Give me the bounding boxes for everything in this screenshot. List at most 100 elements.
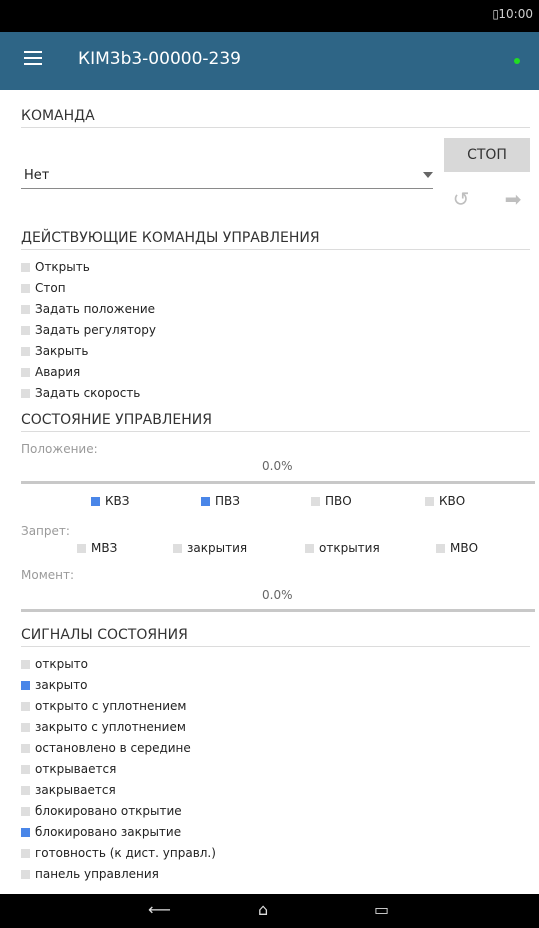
- list-item: закрыто: [21, 678, 87, 692]
- list-item: остановлено в середине: [21, 741, 191, 755]
- control-state-title: СОСТОЯНИЕ УПРАВЛЕНИЯ: [21, 412, 530, 432]
- prohibit-label: Запрет:: [21, 524, 70, 538]
- checked-indicator: [21, 827, 30, 837]
- flag-item: КВО: [425, 494, 465, 508]
- list-item-label: Задать скорость: [35, 386, 141, 400]
- unchecked-indicator: [77, 543, 86, 553]
- list-item: Задать скорость: [21, 386, 140, 400]
- list-item: Открыть: [21, 260, 90, 274]
- unchecked-indicator: [21, 848, 30, 858]
- unchecked-indicator: [21, 346, 30, 356]
- unchecked-indicator: [21, 325, 30, 335]
- torque-value: 0.0%: [262, 588, 293, 602]
- unchecked-indicator: [21, 785, 30, 795]
- unchecked-indicator: [21, 262, 30, 272]
- unchecked-indicator: [21, 806, 30, 816]
- list-item-label: блокировано открытие: [35, 804, 182, 818]
- list-item: закрыто с уплотнением: [21, 720, 186, 734]
- list-item-label: Задать регулятору: [35, 323, 156, 337]
- unchecked-indicator: [21, 701, 30, 711]
- status-bar: ▯ 10:00: [0, 0, 539, 32]
- back-icon[interactable]: ⟵: [148, 900, 171, 919]
- list-item-label: готовность (к дист. управл.): [35, 846, 216, 860]
- list-item: блокировано закрытие: [21, 825, 181, 839]
- list-item-label: Авария: [35, 365, 81, 379]
- unchecked-indicator: [21, 367, 30, 377]
- list-item-label: закрыто: [35, 678, 88, 692]
- unchecked-indicator: [21, 283, 30, 293]
- list-item: Авария: [21, 365, 80, 379]
- command-section-title: КОМАНДА: [21, 108, 530, 128]
- connection-status-dot: [514, 58, 520, 64]
- recent-apps-icon[interactable]: ▭: [374, 900, 389, 919]
- navigation-bar: ⟵ ⌂ ▭: [0, 894, 539, 928]
- unchecked-indicator: [173, 543, 182, 553]
- command-select-value: Нет: [24, 168, 50, 183]
- list-item-label: блокировано закрытие: [35, 825, 182, 839]
- list-item-label: Задать положение: [35, 302, 155, 316]
- flag-item: МВО: [436, 541, 478, 555]
- unchecked-indicator: [21, 659, 30, 669]
- menu-icon[interactable]: [24, 51, 42, 69]
- list-item: готовность (к дист. управл.): [21, 846, 216, 860]
- list-item-label: Открыть: [35, 260, 90, 274]
- flag-label: МВЗ: [91, 541, 118, 555]
- unchecked-indicator: [305, 543, 314, 553]
- list-item: открывается: [21, 762, 116, 776]
- unchecked-indicator: [436, 543, 445, 553]
- list-item-label: остановлено в середине: [35, 741, 191, 755]
- list-item-label: закрывается: [35, 783, 116, 797]
- unchecked-indicator: [21, 304, 30, 314]
- checked-indicator: [201, 496, 210, 506]
- unchecked-indicator: [21, 869, 30, 879]
- list-item: Задать положение: [21, 302, 155, 316]
- flag-label: КВО: [439, 494, 466, 508]
- send-arrow-icon[interactable]: ➡: [496, 182, 530, 216]
- list-item: Стоп: [21, 281, 66, 295]
- undo-icon[interactable]: ↺: [444, 182, 478, 216]
- status-time: 10:00: [498, 7, 533, 21]
- home-icon[interactable]: ⌂: [258, 900, 268, 919]
- list-item-label: открыто с уплотнением: [35, 699, 187, 713]
- list-item-label: Стоп: [35, 281, 66, 295]
- flag-label: ПВО: [325, 494, 352, 508]
- position-bar: [21, 481, 535, 484]
- list-item: Закрыть: [21, 344, 88, 358]
- list-item-label: закрыто с уплотнением: [35, 720, 186, 734]
- main-content[interactable]: КОМАНДА СТОП Нет ↺ ➡ ДЕЙСТВУЮЩИЕ КОМАНДЫ…: [0, 90, 539, 894]
- torque-label: Момент:: [21, 568, 75, 582]
- page-title: КІМ3b3-00000-239: [78, 49, 241, 69]
- flag-item: КВЗ: [91, 494, 129, 508]
- list-item: панель управления: [21, 867, 159, 881]
- checked-indicator: [21, 680, 30, 690]
- app-bar: КІМ3b3-00000-239: [0, 32, 539, 90]
- list-item: Задать регулятору: [21, 323, 156, 337]
- flag-label: открытия: [319, 541, 380, 555]
- list-item-label: Закрыть: [35, 344, 89, 358]
- state-signals-title: СИГНАЛЫ СОСТОЯНИЯ: [21, 627, 530, 647]
- command-select[interactable]: Нет: [21, 164, 433, 189]
- unchecked-indicator: [21, 388, 30, 398]
- flag-label: закрытия: [187, 541, 248, 555]
- unchecked-indicator: [21, 743, 30, 753]
- list-item-label: панель управления: [35, 867, 159, 881]
- flag-label: ПВЗ: [215, 494, 240, 508]
- unchecked-indicator: [311, 496, 320, 506]
- list-item-label: открыто: [35, 657, 89, 671]
- list-item: блокировано открытие: [21, 804, 182, 818]
- list-item-label: открывается: [35, 762, 117, 776]
- flag-item: МВЗ: [77, 541, 117, 555]
- dropdown-arrow-icon: [423, 172, 433, 178]
- flag-item: ПВЗ: [201, 494, 240, 508]
- stop-button[interactable]: СТОП: [444, 138, 530, 172]
- active-commands-title: ДЕЙСТВУЮЩИЕ КОМАНДЫ УПРАВЛЕНИЯ: [21, 230, 530, 250]
- flag-label: КВЗ: [105, 494, 130, 508]
- list-item: закрывается: [21, 783, 116, 797]
- unchecked-indicator: [425, 496, 434, 506]
- unchecked-indicator: [21, 722, 30, 732]
- flag-item: открытия: [305, 541, 380, 555]
- list-item: открыто с уплотнением: [21, 699, 187, 713]
- position-value: 0.0%: [262, 459, 293, 473]
- flag-item: ПВО: [311, 494, 352, 508]
- flag-label: МВО: [450, 541, 479, 555]
